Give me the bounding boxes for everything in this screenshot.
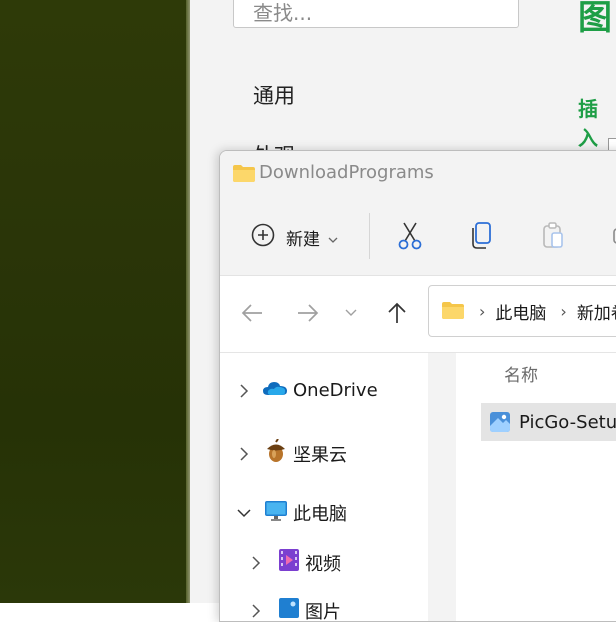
nav-item-pictures[interactable]: 图片 bbox=[246, 597, 341, 622]
up-arrow-icon[interactable] bbox=[384, 300, 410, 326]
nav-item-label: 坚果云 bbox=[293, 441, 347, 467]
chevron-right-icon[interactable] bbox=[246, 601, 266, 621]
settings-page-title: 图 bbox=[578, 0, 612, 39]
settings-nav-general[interactable]: 通用 bbox=[253, 80, 295, 110]
paste-icon[interactable] bbox=[540, 221, 568, 249]
rename-icon[interactable] bbox=[612, 221, 616, 249]
navigation-pane-scrollbar[interactable] bbox=[428, 353, 456, 622]
file-list: 名称 PicGo-Setup bbox=[456, 353, 616, 622]
cut-icon[interactable] bbox=[396, 221, 424, 249]
address-bar[interactable]: › 此电脑 › 新加卷 bbox=[428, 285, 616, 337]
chevron-right-icon[interactable]: › bbox=[479, 302, 485, 321]
navigation-pane: OneDrive 坚果云 bbox=[220, 353, 430, 622]
nav-item-jianguoyun[interactable]: 坚果云 bbox=[234, 439, 347, 468]
nav-item-videos[interactable]: 视频 bbox=[246, 548, 341, 577]
video-folder-icon bbox=[278, 548, 300, 577]
back-arrow-icon[interactable] bbox=[240, 300, 266, 326]
file-explorer-window: DownloadPrograms 新建 bbox=[219, 150, 616, 622]
command-bar: 新建 bbox=[220, 195, 616, 276]
nav-item-onedrive[interactable]: OneDrive bbox=[234, 379, 378, 402]
toolbar-divider bbox=[369, 213, 370, 259]
window-title: DownloadPrograms bbox=[259, 162, 434, 183]
recent-locations-chevron-icon[interactable] bbox=[344, 300, 370, 326]
chevron-right-icon[interactable]: › bbox=[560, 302, 566, 321]
pictures-folder-icon bbox=[278, 597, 300, 622]
onedrive-cloud-icon bbox=[262, 379, 288, 402]
new-button-label: 新建 bbox=[286, 225, 320, 250]
acorn-icon bbox=[264, 439, 288, 468]
folder-icon bbox=[232, 163, 256, 187]
breadcrumb-new-volume[interactable]: 新加卷 bbox=[577, 299, 616, 324]
forward-arrow-icon[interactable] bbox=[294, 300, 320, 326]
chevron-down-icon[interactable] bbox=[234, 503, 254, 523]
title-bar[interactable]: DownloadPrograms bbox=[220, 151, 616, 195]
folder-icon bbox=[441, 300, 465, 325]
nav-item-label: 视频 bbox=[305, 550, 341, 576]
new-button[interactable]: 新建 bbox=[250, 221, 338, 253]
nav-item-this-pc[interactable]: 此电脑 bbox=[234, 499, 347, 526]
nav-item-label: 此电脑 bbox=[293, 500, 347, 526]
settings-search-input[interactable]: 查找... bbox=[233, 0, 519, 28]
address-row: › 此电脑 › 新加卷 bbox=[220, 276, 616, 353]
desktop-background bbox=[0, 0, 190, 603]
chevron-down-icon bbox=[328, 229, 338, 248]
chevron-right-icon[interactable] bbox=[234, 444, 254, 464]
chevron-right-icon[interactable] bbox=[234, 381, 254, 401]
nav-item-label: OneDrive bbox=[293, 380, 378, 401]
file-name: PicGo-Setup bbox=[519, 412, 616, 433]
file-row[interactable]: PicGo-Setup bbox=[481, 403, 616, 441]
installer-icon bbox=[489, 411, 511, 437]
column-header-name[interactable]: 名称 bbox=[504, 361, 538, 386]
chevron-right-icon[interactable] bbox=[246, 553, 266, 573]
breadcrumb-this-pc[interactable]: 此电脑 bbox=[495, 299, 546, 324]
nav-item-label: 图片 bbox=[305, 598, 341, 622]
copy-icon[interactable] bbox=[468, 221, 496, 249]
monitor-icon bbox=[264, 499, 288, 526]
plus-circle-icon bbox=[250, 222, 276, 252]
